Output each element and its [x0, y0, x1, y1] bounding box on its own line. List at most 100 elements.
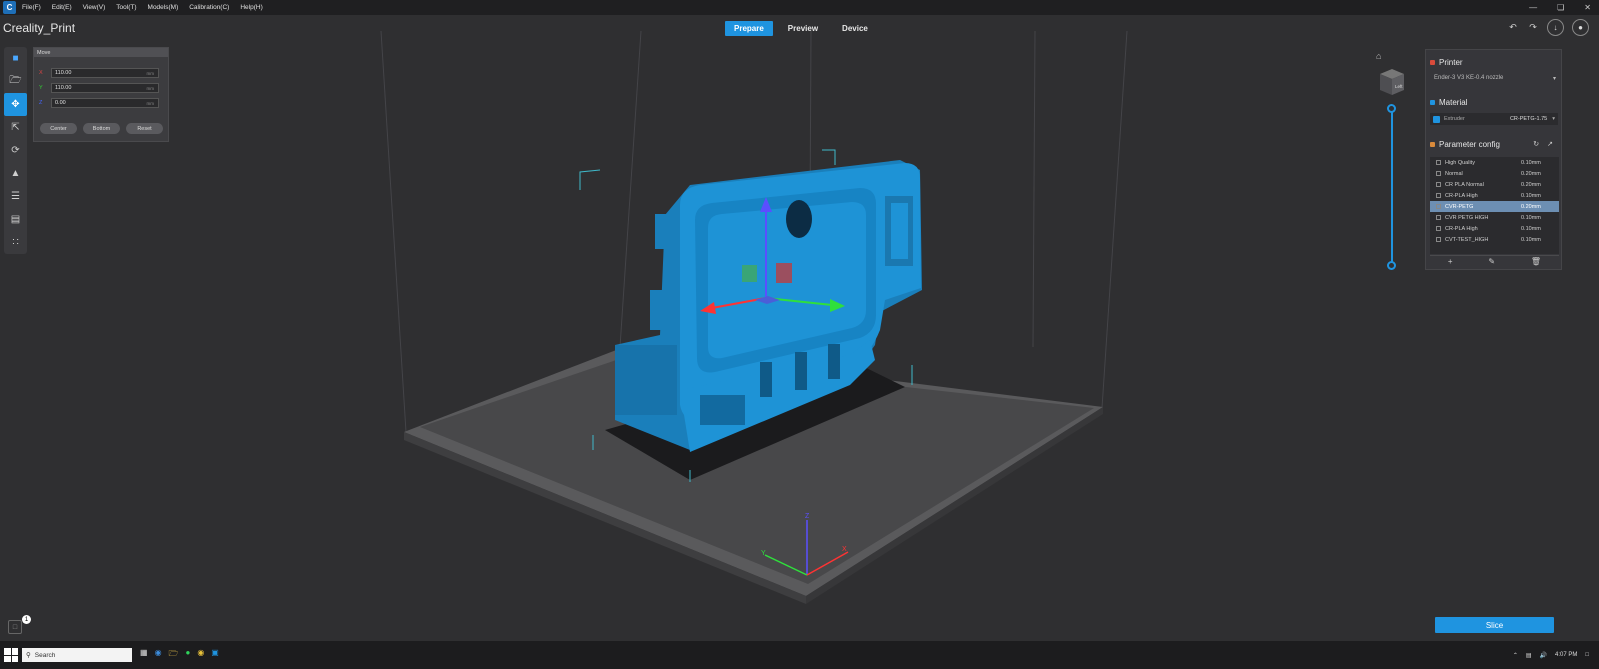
layer-slider-track[interactable]	[1391, 107, 1393, 264]
move-x-input[interactable]: 110.00 mm	[51, 68, 159, 78]
move-y-input[interactable]: 110.00 mm	[51, 83, 159, 93]
add-profile-icon[interactable]: +	[1448, 257, 1453, 266]
profile-icon	[1436, 160, 1441, 165]
chevron-down-icon: ▾	[1552, 116, 1555, 122]
profile-item[interactable]: CVT-TEST_HIGH 0.10mm	[1430, 234, 1559, 245]
tab-prepare[interactable]: Prepare	[725, 21, 773, 36]
profile-item[interactable]: CVR PETG HIGH 0.10mm	[1430, 212, 1559, 223]
edge-icon[interactable]: ◉	[155, 648, 162, 662]
taskbar-search-box[interactable]: ⚲ Search	[22, 648, 132, 662]
scale-tool-icon[interactable]: ⇱	[4, 116, 27, 139]
volume-icon[interactable]: 🔊	[1540, 652, 1547, 659]
menu-edit[interactable]: Edit(E)	[52, 4, 72, 11]
chevron-up-icon[interactable]: ⌃	[1513, 652, 1518, 659]
menu-file[interactable]: File(F)	[22, 4, 41, 11]
profile-name: CR-PLA High	[1445, 192, 1478, 199]
move-x-value: 110.00	[55, 70, 72, 76]
printer-select[interactable]: Ender-3 V3 KE-0.4 nozzle ▾	[1434, 73, 1556, 83]
profile-item[interactable]: CVR-PETG 0.20mm	[1430, 201, 1559, 212]
menu-view[interactable]: View(V)	[83, 4, 106, 11]
profile-icon	[1436, 215, 1441, 220]
open-folder-icon[interactable]: 🗁	[4, 70, 27, 93]
layer-slider-bottom-handle[interactable]	[1387, 261, 1396, 270]
tab-device[interactable]: Device	[833, 21, 877, 36]
task-view-icon[interactable]: ▦	[140, 648, 148, 662]
menu-tool[interactable]: Tool(T)	[116, 4, 136, 11]
profile-name: CR PLA Normal	[1445, 181, 1484, 188]
notification-badge: 1	[22, 615, 31, 624]
support-tool-icon[interactable]: ▤	[4, 208, 27, 231]
move-x-unit: mm	[146, 70, 155, 76]
material-title-text: Material	[1439, 98, 1468, 107]
profile-icon	[1436, 226, 1441, 231]
center-button[interactable]: Center	[40, 123, 77, 134]
printer-selected-value: Ender-3 V3 KE-0.4 nozzle	[1434, 75, 1504, 81]
extruder-material-row[interactable]: Extruder CR-PETG-1.75 ▾	[1430, 113, 1558, 125]
profile-icon	[1436, 182, 1441, 187]
chrome-icon[interactable]: ◉	[197, 648, 204, 662]
taskbar-clock[interactable]: 4:07 PM	[1555, 652, 1577, 658]
move-z-input[interactable]: 0.00 mm	[51, 98, 159, 108]
move-tool-icon[interactable]: ✥	[4, 93, 27, 116]
profile-footer: + ✎ 🗑	[1430, 255, 1559, 267]
view-cube[interactable]: Left	[1378, 68, 1406, 96]
edit-profile-icon[interactable]: ✎	[1488, 257, 1495, 266]
profile-item[interactable]: Normal 0.20mm	[1430, 168, 1559, 179]
extruder-checkbox[interactable]	[1433, 115, 1440, 123]
menu-models[interactable]: Models(M)	[148, 4, 179, 11]
taskbar-search-placeholder: Search	[34, 651, 56, 659]
material-icon	[1430, 100, 1435, 105]
user-icon[interactable]: ●	[1572, 19, 1589, 36]
chevron-down-icon: ▾	[1552, 75, 1556, 82]
lay-flat-icon[interactable]: ▲	[4, 162, 27, 185]
view-cube-label: Left	[1395, 84, 1403, 89]
profile-layer-height: 0.10mm	[1521, 159, 1541, 166]
profile-layer-height: 0.20mm	[1521, 181, 1541, 188]
profile-icon	[1436, 237, 1441, 242]
bottom-button[interactable]: Bottom	[83, 123, 120, 134]
redo-icon[interactable]: ↷	[1527, 22, 1539, 33]
spotify-icon[interactable]: ●	[185, 648, 190, 662]
extruder-label: Extruder	[1444, 116, 1465, 122]
profile-layer-height: 0.10mm	[1521, 225, 1541, 232]
maximize-icon[interactable]: ❏	[1557, 3, 1564, 12]
slice-button[interactable]: Slice	[1435, 617, 1554, 633]
network-icon[interactable]: ▤	[1526, 652, 1532, 659]
profile-item[interactable]: CR-PLA High 0.10mm	[1430, 190, 1559, 201]
message-icon[interactable]: □	[8, 620, 22, 634]
profile-icon	[1436, 171, 1441, 176]
windows-start-icon[interactable]	[4, 648, 18, 662]
profile-item[interactable]: High Quality 0.10mm	[1430, 157, 1559, 168]
profile-item[interactable]: CR PLA Normal 0.20mm	[1430, 179, 1559, 190]
home-icon[interactable]: ⌂	[1376, 51, 1381, 61]
undo-icon[interactable]: ↶	[1507, 22, 1519, 33]
profile-item[interactable]: CR-PLA High 0.10mm	[1430, 223, 1559, 234]
import-profile-icon[interactable]: ↻	[1533, 140, 1539, 148]
close-icon[interactable]: ✕	[1584, 3, 1591, 12]
reset-button[interactable]: Reset	[126, 123, 163, 134]
axis-z-label: Z	[805, 513, 810, 520]
taskbar-apps: ▦ ◉ 🗁 ● ◉ ▣	[140, 648, 219, 662]
profile-name: High Quality	[1445, 159, 1475, 166]
profile-icon	[1436, 204, 1441, 209]
layer-slider-top-handle[interactable]	[1387, 104, 1396, 113]
axis-y-label-move: Y	[39, 85, 43, 91]
3d-viewport[interactable]: Z Y X	[0, 0, 1599, 669]
creality-print-taskbar-icon[interactable]: ▣	[211, 648, 219, 662]
move-x-row: X 110.00 mm	[39, 68, 164, 78]
profile-name: CVT-TEST_HIGH	[1445, 236, 1489, 243]
split-tool-icon[interactable]: ☰	[4, 185, 27, 208]
tab-preview[interactable]: Preview	[779, 21, 827, 36]
download-icon[interactable]: ↓	[1547, 19, 1564, 36]
export-profile-icon[interactable]: ↗	[1547, 140, 1553, 148]
arrange-icon[interactable]: ∷	[4, 231, 27, 254]
rotate-tool-icon[interactable]: ⟳	[4, 139, 27, 162]
add-model-icon[interactable]: ■	[4, 47, 27, 70]
move-z-row: Z 0.00 mm	[39, 98, 164, 108]
file-explorer-icon[interactable]: 🗁	[169, 648, 179, 662]
menu-help[interactable]: Help(H)	[240, 4, 262, 11]
minimize-icon[interactable]: —	[1529, 3, 1537, 12]
delete-profile-icon[interactable]: 🗑	[1531, 257, 1541, 266]
notifications-icon[interactable]: □	[1585, 652, 1589, 658]
menu-calibration[interactable]: Calibration(C)	[189, 4, 229, 11]
